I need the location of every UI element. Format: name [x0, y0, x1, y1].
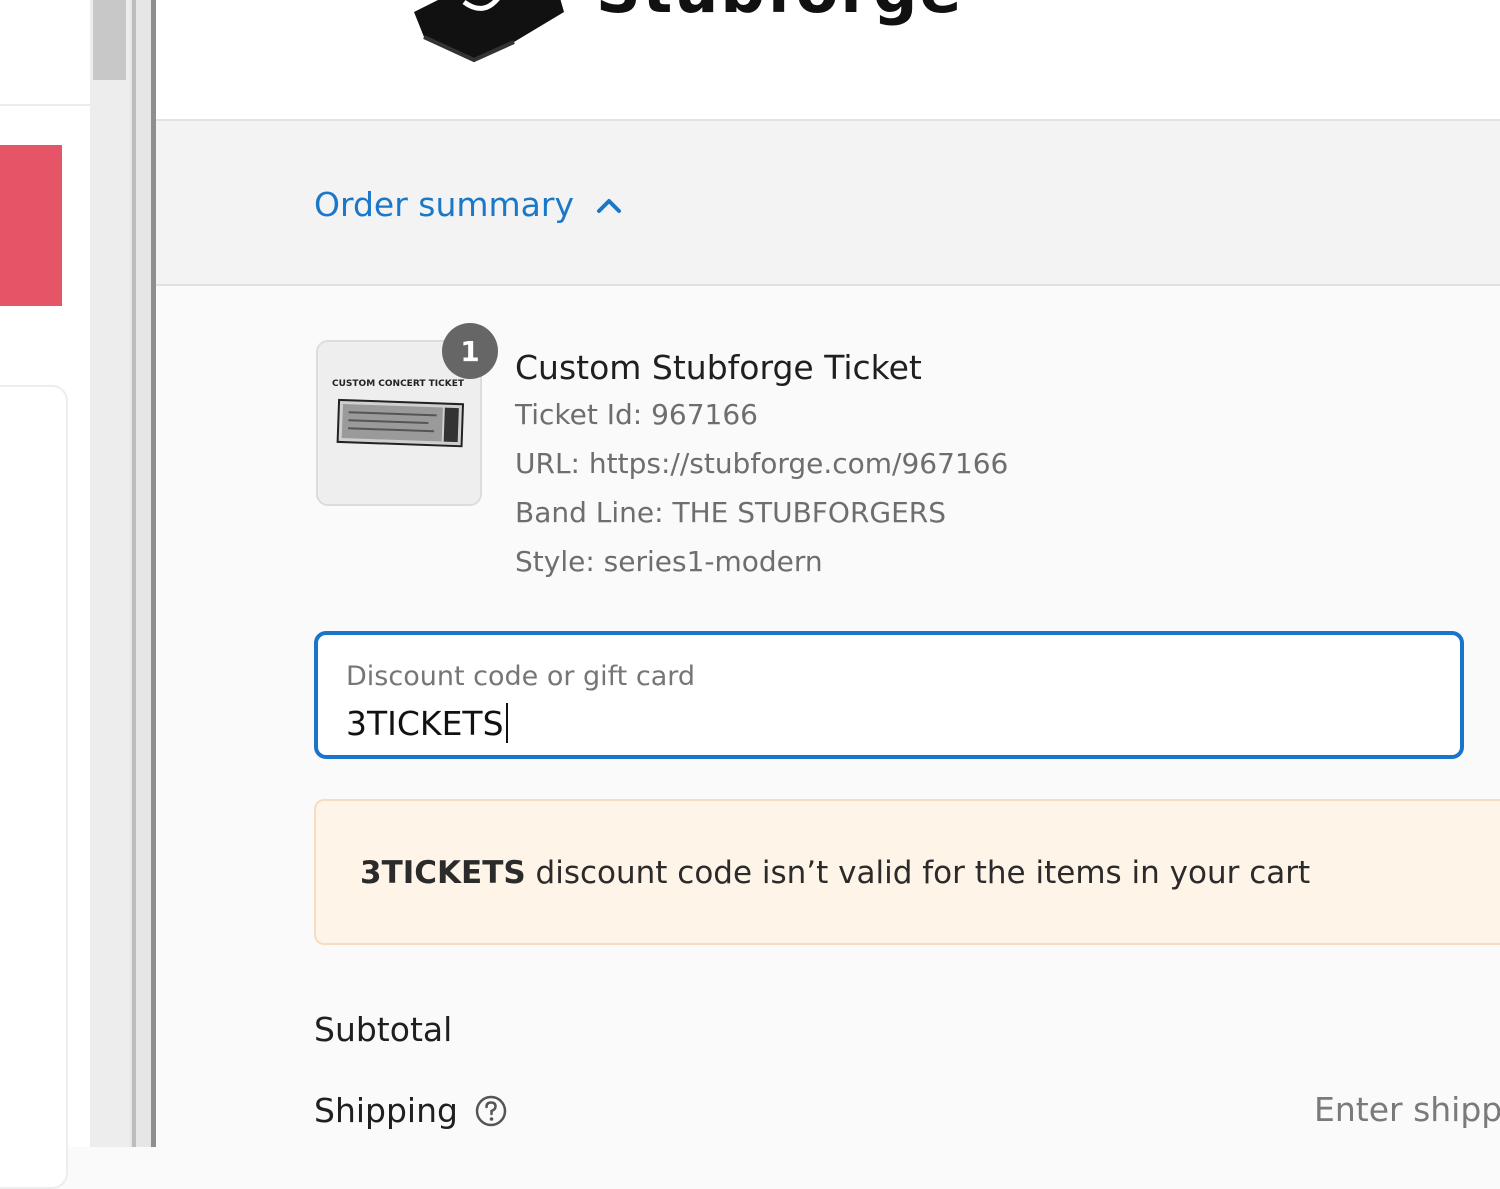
subtotal-label: Subtotal: [314, 1010, 453, 1049]
shipping-label: Shipping: [314, 1091, 458, 1130]
order-summary-toggle[interactable]: Order summary: [314, 185, 622, 224]
product-property: Ticket Id: 967166: [515, 398, 758, 431]
background-card: [0, 385, 68, 1189]
notice-text: 3TICKETS discount code isn’t valid for t…: [360, 855, 1310, 891]
product-property: URL: https://stubforge.com/967166: [515, 447, 1009, 480]
order-summary-bar: Order summary: [156, 121, 1500, 286]
scrollbar-track[interactable]: [90, 0, 130, 1147]
order-summary-label: Order summary: [314, 185, 574, 224]
thumbnail-caption: CUSTOM CONCERT TICKET: [332, 379, 465, 389]
product-title: Custom Stubforge Ticket: [515, 348, 922, 387]
scrollbar-thumb[interactable]: [93, 0, 126, 80]
checkout-panel: Stubforge Order summary CUSTOM CONCERT T…: [156, 0, 1500, 1147]
help-circle-icon[interactable]: [474, 1094, 508, 1128]
brand-logo-icon[interactable]: [404, 0, 574, 76]
discount-input-text[interactable]: 3TICKETS: [346, 704, 504, 743]
text-cursor: [505, 703, 508, 743]
shipping-value: Enter shippi: [1314, 1090, 1500, 1129]
background-accent-block: [0, 145, 62, 306]
product-property: Style: series1-modern: [515, 545, 823, 578]
notice-message: discount code isn’t valid for the items …: [525, 855, 1311, 891]
quantity-badge: 1: [442, 323, 498, 379]
discount-error-notice: 3TICKETS discount code isn’t valid for t…: [314, 799, 1500, 945]
divider: [0, 104, 90, 106]
product-property: Band Line: THE STUBFORGERS: [515, 496, 947, 529]
brand-text: Stubforge: [596, 0, 963, 27]
discount-code-field[interactable]: Discount code or gift card 3TICKETS: [314, 631, 1464, 759]
notice-code: 3TICKETS: [360, 855, 526, 891]
header: Stubforge: [156, 0, 1500, 121]
discount-field-value[interactable]: 3TICKETS: [346, 703, 508, 743]
discount-field-label: Discount code or gift card: [346, 661, 696, 692]
window-edge-line: [132, 0, 136, 1147]
shipping-row: Shipping: [314, 1091, 508, 1130]
chevron-up-icon: [596, 196, 622, 214]
